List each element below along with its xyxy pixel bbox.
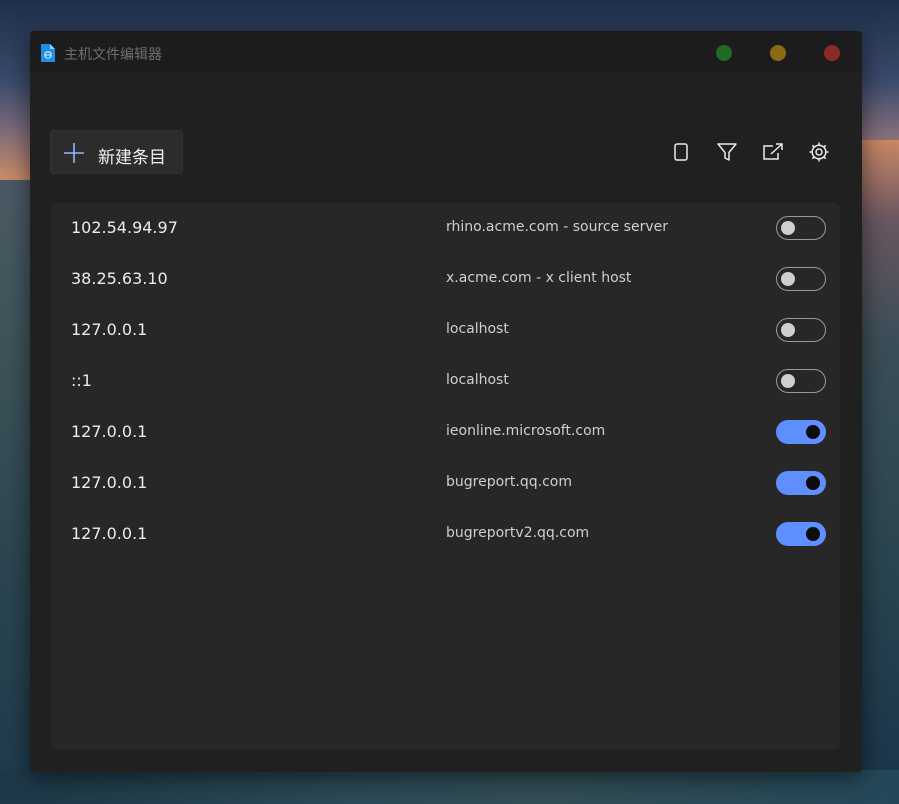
ip-address: 127.0.0.1 (71, 524, 148, 543)
ip-address: ::1 (71, 371, 92, 390)
export-icon (763, 143, 783, 160)
hosts-list: 102.54.94.97 rhino.acme.com - source ser… (51, 203, 840, 750)
toggle-knob (806, 527, 820, 541)
host-entry-row[interactable]: 38.25.63.10 x.acme.com - x client host (51, 254, 840, 305)
ip-address: 127.0.0.1 (71, 473, 148, 492)
entry-toggle[interactable] (776, 369, 826, 393)
desktop-wallpaper-right (859, 140, 899, 804)
host-entry-row[interactable]: 127.0.0.1 bugreport.qq.com (51, 458, 840, 509)
plus-icon (64, 143, 84, 163)
window-title: 主机文件编辑器 (64, 47, 162, 63)
filter-button[interactable] (715, 140, 739, 164)
toggle-knob (781, 323, 795, 337)
host-entry-row[interactable]: 102.54.94.97 rhino.acme.com - source ser… (51, 203, 840, 254)
host-entry-row[interactable]: ::1 localhost (51, 356, 840, 407)
hostname: x.acme.com - x client host (446, 270, 632, 286)
app-document-icon (41, 44, 55, 62)
toggle-knob (806, 476, 820, 490)
desktop-wallpaper-bottom (0, 770, 899, 804)
document-button[interactable] (669, 140, 693, 164)
hostname: localhost (446, 321, 509, 337)
ip-address: 38.25.63.10 (71, 269, 168, 288)
settings-button[interactable] (807, 140, 831, 164)
close-button[interactable] (824, 45, 840, 61)
host-entry-row[interactable]: 127.0.0.1 ieonline.microsoft.com (51, 407, 840, 458)
hostname: bugreportv2.qq.com (446, 525, 590, 541)
hostname: ieonline.microsoft.com (446, 423, 606, 439)
export-button[interactable] (761, 140, 785, 164)
app-window: 主机文件编辑器 新建条目 102.54.94.97 rhino.acme.com… (30, 31, 862, 772)
toggle-knob (781, 374, 795, 388)
toggle-knob (781, 221, 795, 235)
ip-address: 127.0.0.1 (71, 320, 148, 339)
minimize-button[interactable] (716, 45, 732, 61)
gear-icon (809, 142, 829, 162)
entry-toggle[interactable] (776, 216, 826, 240)
hostname: rhino.acme.com - source server (446, 219, 669, 235)
host-entry-row[interactable]: 127.0.0.1 bugreportv2.qq.com (51, 509, 840, 560)
host-entry-row[interactable]: 127.0.0.1 localhost (51, 305, 840, 356)
title-bar[interactable]: 主机文件编辑器 (30, 31, 862, 72)
entry-toggle[interactable] (776, 318, 826, 342)
entry-toggle[interactable] (776, 522, 826, 546)
new-entry-label: 新建条目 (98, 148, 166, 168)
entry-toggle[interactable] (776, 471, 826, 495)
entry-toggle[interactable] (776, 267, 826, 291)
toggle-knob (806, 425, 820, 439)
new-entry-button[interactable]: 新建条目 (50, 130, 183, 174)
desktop-wallpaper-left (0, 180, 34, 804)
toggle-knob (781, 272, 795, 286)
ip-address: 127.0.0.1 (71, 422, 148, 441)
document-icon (674, 143, 688, 161)
hostname: bugreport.qq.com (446, 474, 572, 490)
ip-address: 102.54.94.97 (71, 218, 178, 237)
filter-icon (717, 143, 737, 161)
maximize-button[interactable] (770, 45, 786, 61)
entry-toggle[interactable] (776, 420, 826, 444)
hostname: localhost (446, 372, 509, 388)
